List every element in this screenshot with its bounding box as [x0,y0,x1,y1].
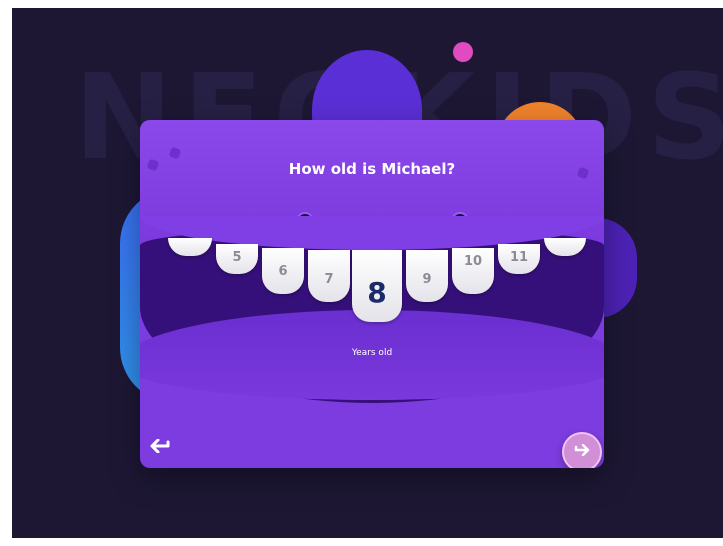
age-tooth-number: 10 [463,254,483,269]
question-title: How old is Michael? [288,160,456,178]
age-tooth-number: 7 [324,272,334,287]
age-tooth[interactable]: 11 [498,244,540,274]
age-tooth-number: 11 [509,250,529,265]
next-button[interactable] [562,432,602,468]
arrow-left-icon [150,438,170,457]
app-stage: NEOKIDS How old is Michael? 456789101112… [12,8,723,538]
age-tooth-selected[interactable]: 8 [352,250,402,322]
age-tooth-number: 8 [367,276,387,309]
decorative-dot-pink [453,42,473,62]
years-old-label: Years old [351,348,393,358]
back-button[interactable] [150,438,174,458]
age-tooth[interactable]: 10 [452,248,494,294]
age-tooth[interactable]: 6 [262,248,304,294]
age-tooth[interactable]: 5 [216,244,258,274]
age-tooth-number: 5 [232,250,242,265]
question-card: How old is Michael? 456789101112 Years o… [140,120,604,468]
arrow-right-icon [574,443,590,460]
age-tooth[interactable]: 9 [406,250,448,302]
age-tooth-number: 9 [422,272,432,287]
age-tooth-number: 6 [278,264,288,279]
age-tooth[interactable]: 7 [308,250,350,302]
